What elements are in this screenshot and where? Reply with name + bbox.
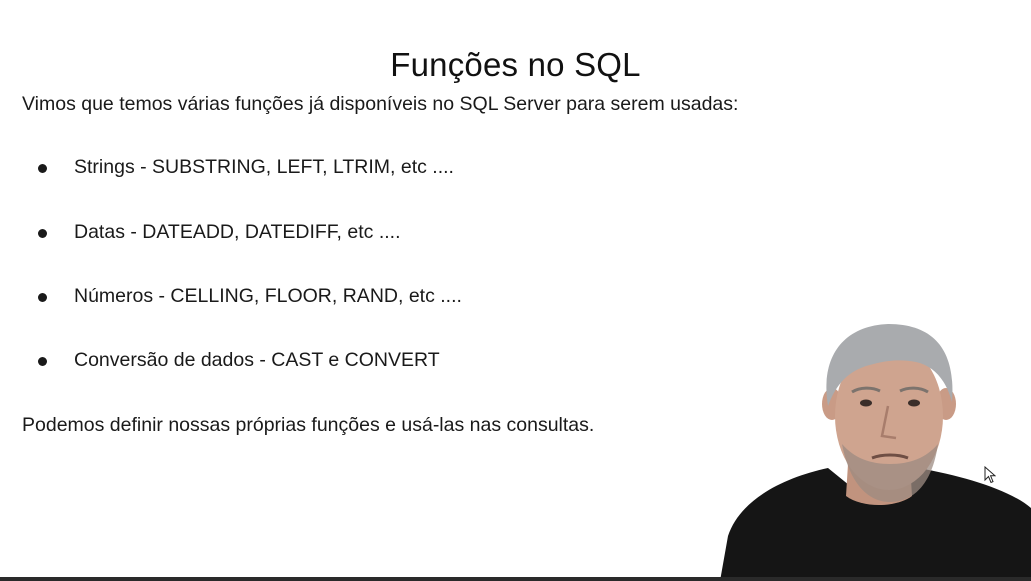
bullet-label: Strings - SUBSTRING, LEFT, LTRIM, etc ..… xyxy=(74,156,454,178)
bullet-label: Datas - DATEADD, DATEDIFF, etc .... xyxy=(74,221,401,243)
bullet-label: Números - CELLING, FLOOR, RAND, etc .... xyxy=(74,285,462,307)
presenter-eye-left xyxy=(860,399,872,407)
intro-text: Vimos que temos várias funções já dispon… xyxy=(22,93,739,115)
slide-title: Funções no SQL xyxy=(390,46,641,84)
mouse-pointer-icon xyxy=(984,466,996,484)
presentation-slide: Funções no SQL Vimos que temos várias fu… xyxy=(0,0,1031,581)
closing-text: Podemos definir nossas próprias funções … xyxy=(22,414,595,436)
bullet-label: Conversão de dados - CAST e CONVERT xyxy=(74,349,440,371)
list-item-numbers: Números - CELLING, FLOOR, RAND, etc .... xyxy=(36,285,736,313)
bullet-dot-icon xyxy=(38,293,47,302)
bullet-dot-icon xyxy=(38,357,47,366)
list-item-dates: Datas - DATEADD, DATEDIFF, etc .... xyxy=(36,221,736,249)
presenter-webcam-overlay xyxy=(720,324,1031,581)
video-bottom-border xyxy=(0,577,1031,581)
list-item-strings: Strings - SUBSTRING, LEFT, LTRIM, etc ..… xyxy=(36,156,736,184)
bullet-dot-icon xyxy=(38,229,47,238)
bullet-dot-icon xyxy=(38,164,47,173)
presenter-eye-right xyxy=(908,399,920,407)
list-item-conversion: Conversão de dados - CAST e CONVERT xyxy=(36,349,736,377)
